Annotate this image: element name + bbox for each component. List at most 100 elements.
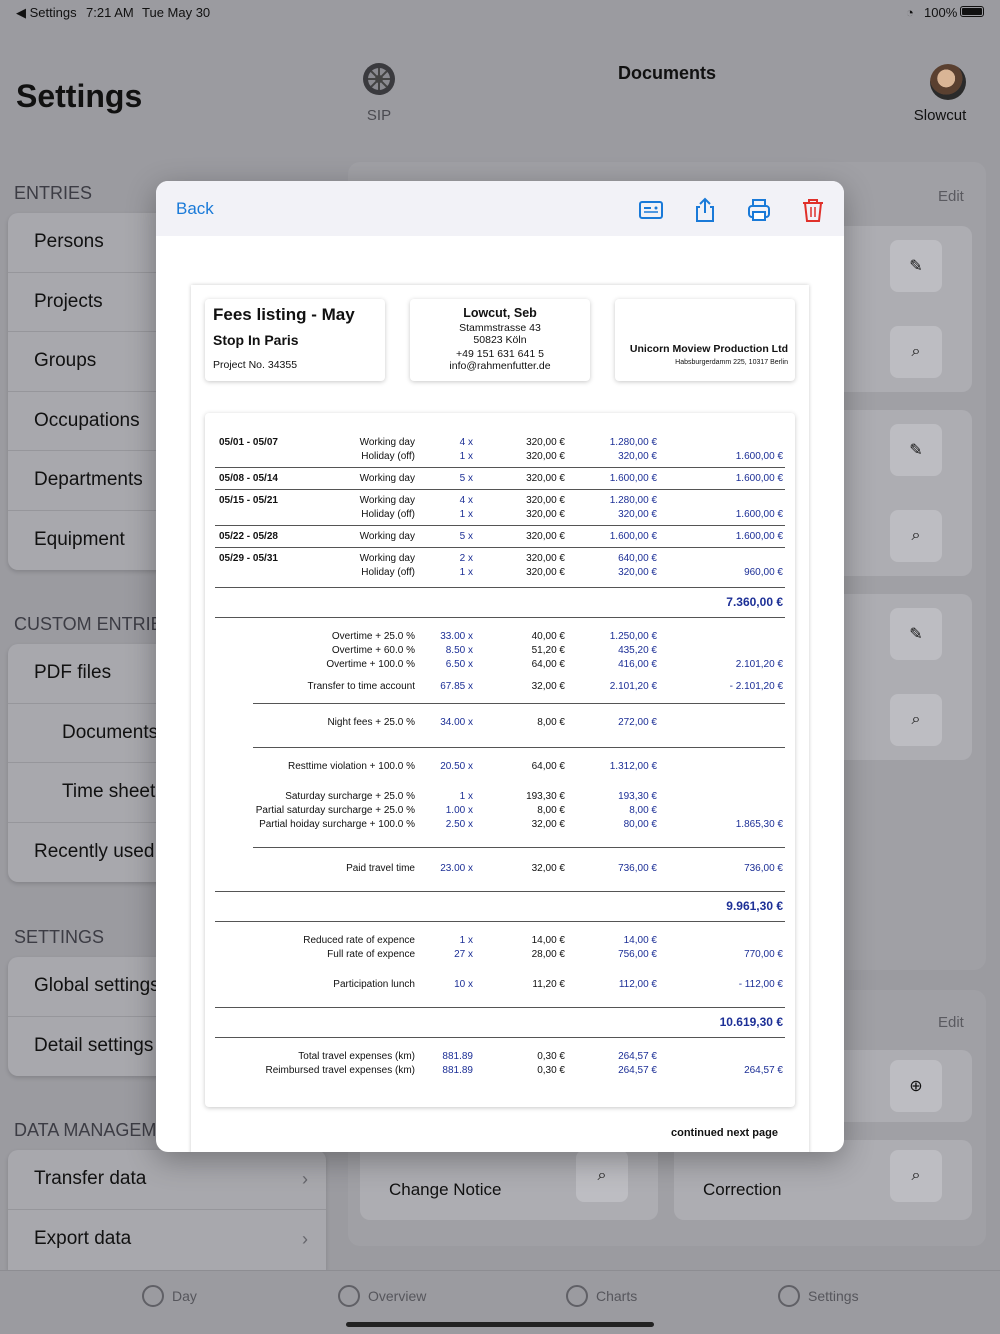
company-card: Unicorn Moview Production Ltd Habsburger… (615, 299, 795, 381)
item-rate: 64,00 € (531, 659, 565, 670)
sidebar-item-label: Projects (34, 290, 103, 312)
item-rate: 32,00 € (531, 681, 565, 692)
item-quantity: 5 x (459, 531, 473, 542)
tab-settings[interactable]: Settings (778, 1285, 859, 1307)
item-rate: 8,00 € (537, 805, 565, 816)
divider (215, 489, 785, 490)
item-label: Night fees + 25.0 % (327, 717, 415, 728)
item-rate: 320,00 € (526, 451, 565, 462)
item-quantity: 1 x (459, 451, 473, 462)
share-icon[interactable] (692, 197, 718, 223)
item-amount: 435,20 € (618, 645, 657, 656)
item-rate: 11,20 € (532, 979, 565, 990)
item-amount: 2.101,20 € (609, 681, 657, 692)
edit-button[interactable]: Edit (938, 188, 964, 205)
sidebar-item-label: Departments (34, 469, 143, 491)
edit-doc-icon[interactable]: ✎ (890, 608, 942, 660)
tab-charts[interactable]: Charts (566, 1285, 637, 1307)
tab-label: Settings (808, 1288, 859, 1304)
item-amount: 193,30 € (618, 791, 657, 802)
user-avatar[interactable] (930, 64, 966, 100)
back-button[interactable]: Back (176, 199, 214, 219)
item-label: Working day (359, 553, 415, 564)
project-avatar[interactable] (362, 62, 396, 101)
item-label: Holiday (off) (361, 567, 415, 578)
item-amount: 80,00 € (623, 819, 657, 830)
divider (215, 467, 785, 468)
print-icon[interactable] (746, 197, 772, 223)
item-label: Partial hoiday surcharge + 100.0 % (259, 819, 415, 830)
status-date: Tue May 30 (142, 5, 211, 20)
divider (215, 1037, 785, 1038)
sidebar-item-label: Documents (62, 721, 159, 743)
item-quantity: 2 x (459, 553, 473, 564)
item-total: 770,00 € (744, 949, 783, 960)
item-total: 960,00 € (744, 567, 783, 578)
title-card: Fees listing - May Stop In Paris Project… (205, 299, 385, 381)
item-total: 1.600,00 € (735, 509, 783, 520)
clock-icon (338, 1285, 360, 1307)
card-label: Change Notice (389, 1180, 502, 1199)
person-email: info@rahmenfutter.de (449, 360, 551, 372)
item-rate: 14,00 € (531, 935, 565, 946)
sidebar-item-label: Export data (34, 1228, 132, 1250)
document-preview-modal: Back Fees listing - May Stop In Paris Pr… (156, 181, 844, 1152)
trash-icon[interactable] (800, 197, 826, 223)
status-bar: ◀ Settings 7:21 AM Tue May 30 ◔ 100% (0, 0, 1000, 24)
preview-doc-icon[interactable]: ⌕ (890, 694, 942, 746)
doc-title: Fees listing - May (213, 305, 355, 324)
edit-button[interactable]: Edit (938, 1014, 964, 1031)
sidebar-item-export-data[interactable]: Export data › (8, 1210, 326, 1270)
item-total: 736,00 € (744, 863, 783, 874)
item-label: Reduced rate of expence (303, 935, 415, 946)
item-rate: 28,00 € (531, 949, 565, 960)
tab-day[interactable]: Day (142, 1285, 197, 1307)
person-street: Stammstrasse 43 (459, 322, 541, 334)
battery-icon (960, 6, 984, 17)
person-city: 50823 Köln (473, 334, 527, 346)
company-address: Habsburgerdamm 225, 10317 Berlin (675, 359, 788, 366)
gear-icon (778, 1285, 800, 1307)
item-label: Overtime + 25.0 % (331, 631, 415, 642)
tab-overview[interactable]: Overview (338, 1285, 426, 1307)
item-total: 264,57 € (744, 1065, 783, 1076)
screen-title: Documents (617, 63, 716, 83)
back-to-app[interactable]: ◀ Settings (16, 5, 77, 21)
card-icon[interactable] (638, 197, 664, 223)
preview-doc-icon[interactable]: ⌕ (576, 1150, 628, 1202)
item-total: 1.600,00 € (735, 473, 783, 484)
item-rate: 320,00 € (526, 553, 565, 564)
preview-doc-icon[interactable]: ⌕ (890, 510, 942, 562)
sidebar-item-label: Persons (34, 231, 104, 253)
edit-doc-icon[interactable]: ✎ (890, 240, 942, 292)
item-quantity: 1 x (459, 791, 473, 802)
item-label: Holiday (off) (361, 509, 415, 520)
item-amount: 272,00 € (618, 717, 657, 728)
item-label: Transfer to time account (307, 681, 415, 692)
divider (215, 525, 785, 526)
item-label: Saturday surcharge + 25.0 % (285, 791, 415, 802)
item-quantity: 1 x (459, 509, 473, 520)
item-label: Partial saturday surcharge + 25.0 % (255, 805, 415, 816)
item-total: 1.865,30 € (735, 819, 783, 830)
day-icon (142, 1285, 164, 1307)
sidebar-item-label: Occupations (34, 409, 140, 431)
template-card-change-notice[interactable]: Change Notice ⌕ (360, 1140, 658, 1220)
add-doc-icon[interactable]: ⊕ (890, 1060, 942, 1112)
home-indicator (346, 1322, 654, 1327)
wheel-icon (363, 63, 395, 95)
preview-doc-icon[interactable]: ⌕ (890, 326, 942, 378)
item-amount: 416,00 € (618, 659, 657, 670)
item-amount: 1.250,00 € (609, 631, 657, 642)
item-amount: 14,00 € (623, 935, 657, 946)
divider (215, 547, 785, 548)
item-label: Working day (359, 495, 415, 506)
preview-doc-icon[interactable]: ⌕ (890, 1150, 942, 1202)
item-total: - 112,00 € (738, 979, 783, 990)
item-quantity: 4 x (459, 437, 473, 448)
edit-doc-icon[interactable]: ✎ (890, 424, 942, 476)
item-amount: 756,00 € (618, 949, 657, 960)
item-label: Holiday (off) (361, 451, 415, 462)
template-card-correction[interactable]: Correction ⌕ (674, 1140, 972, 1220)
sidebar-item-transfer-data[interactable]: Transfer data › (8, 1150, 326, 1210)
